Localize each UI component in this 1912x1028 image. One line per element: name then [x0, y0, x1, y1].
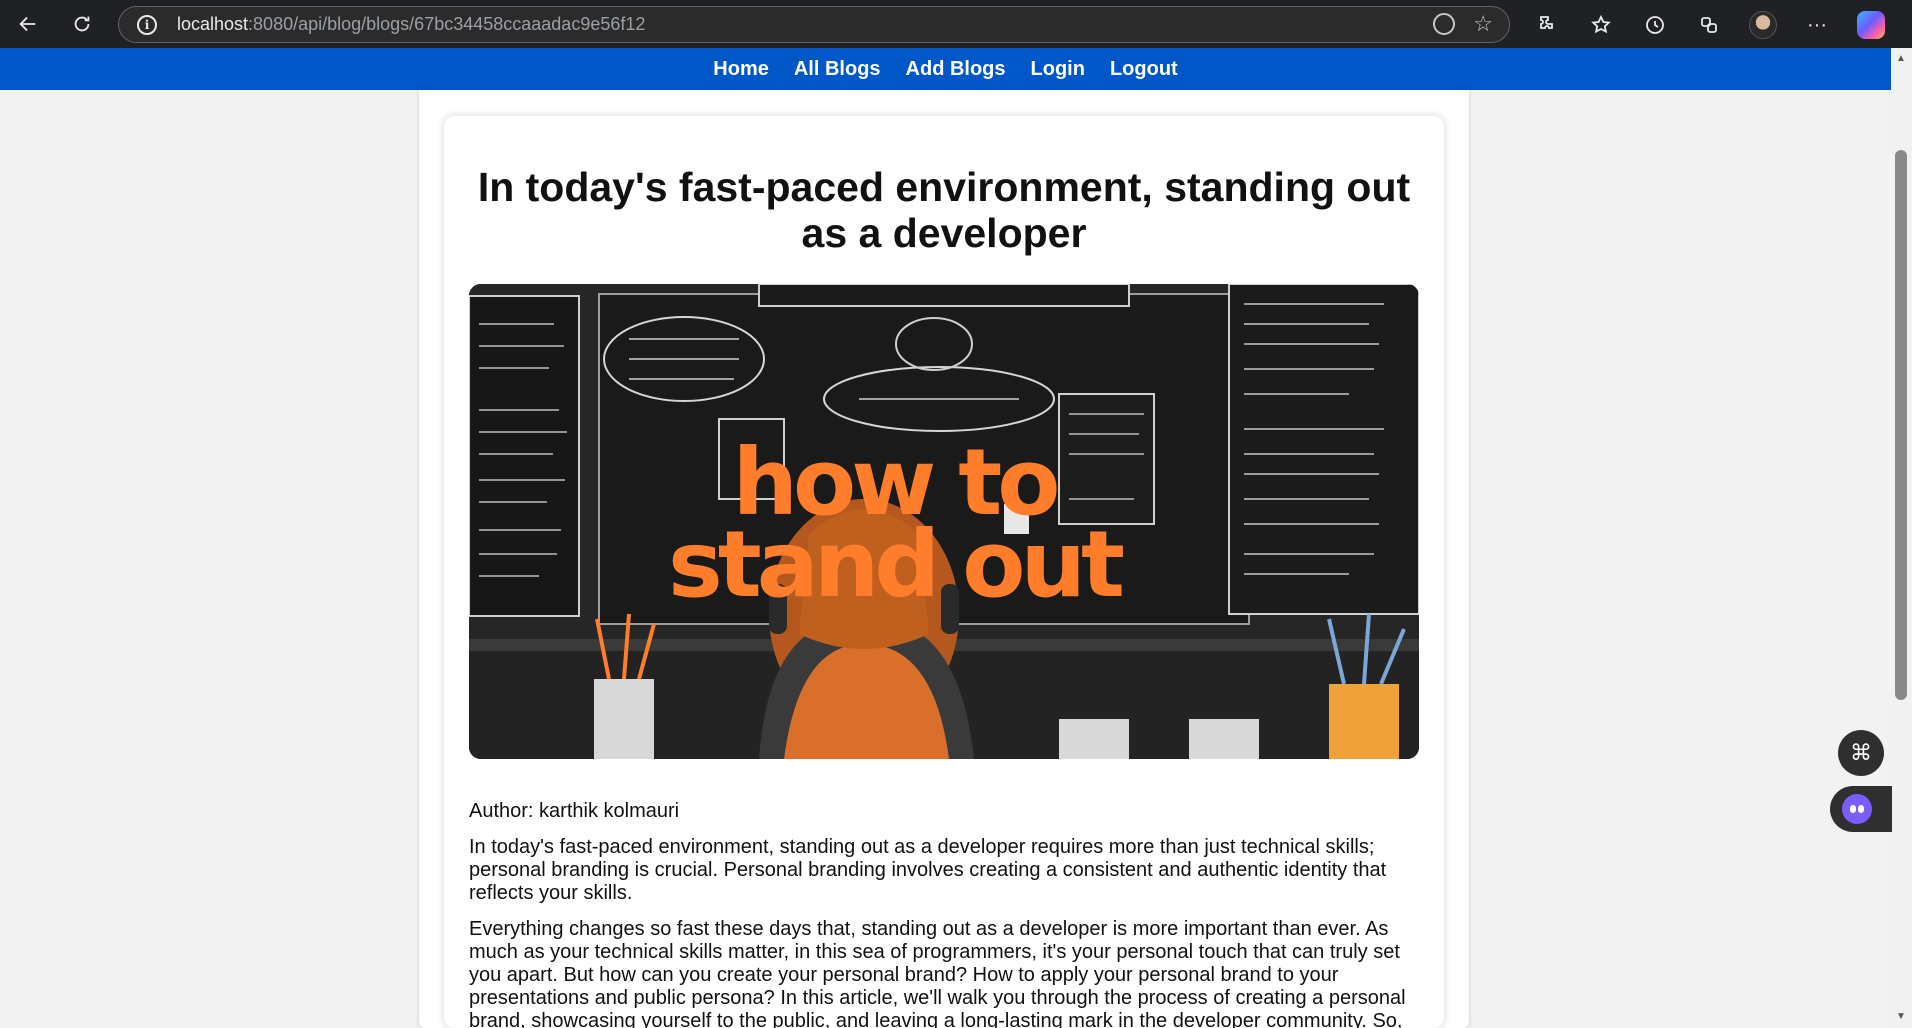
- refresh-icon[interactable]: [62, 4, 102, 44]
- reading-mode-icon[interactable]: [1433, 13, 1456, 35]
- nav-all-blogs-link[interactable]: All Blogs: [794, 58, 881, 81]
- address-bar[interactable]: i localhost:8080/api/blog/blogs/67bc3445…: [118, 6, 1510, 43]
- extensions-icon[interactable]: [1530, 8, 1564, 42]
- assistant-face-icon: [1842, 794, 1872, 824]
- url-text[interactable]: localhost:8080/api/blog/blogs/67bc34458c…: [177, 14, 645, 35]
- more-options-icon[interactable]: ···: [1800, 8, 1834, 42]
- favorites-icon[interactable]: [1584, 8, 1618, 42]
- blog-cover-image: how to stand out: [469, 284, 1419, 759]
- cover-headline: how to stand out: [668, 429, 1125, 618]
- scrollbar-thumb[interactable]: [1895, 150, 1907, 700]
- site-navbar: Home All Blogs Add Blogs Login Logout: [0, 48, 1891, 90]
- back-icon[interactable]: [8, 4, 48, 44]
- nav-login-link[interactable]: Login: [1031, 58, 1085, 81]
- scroll-up-icon[interactable]: ▲: [1896, 54, 1906, 64]
- blog-paragraph: Everything changes so fast these days th…: [469, 918, 1406, 1028]
- nav-logout-link[interactable]: Logout: [1110, 58, 1178, 81]
- blog-author: Author: karthik kolmauri: [469, 800, 680, 822]
- copilot-icon[interactable]: [1854, 8, 1888, 42]
- site-info-icon[interactable]: i: [137, 14, 157, 35]
- assistant-widget[interactable]: [1830, 786, 1892, 832]
- history-icon[interactable]: [1638, 8, 1672, 42]
- nav-add-blogs-link[interactable]: Add Blogs: [906, 58, 1006, 81]
- favorite-star-icon[interactable]: ☆: [1473, 13, 1493, 35]
- profile-avatar[interactable]: [1746, 8, 1780, 42]
- scroll-down-icon[interactable]: ▼: [1896, 1012, 1906, 1022]
- browser-toolbar: i localhost:8080/api/blog/blogs/67bc3445…: [0, 0, 1912, 48]
- command-shortcut-icon[interactable]: ⌘: [1838, 730, 1884, 776]
- collections-icon[interactable]: [1692, 8, 1726, 42]
- blog-title: In today's fast-paced environment, stand…: [477, 164, 1411, 256]
- nav-home-link[interactable]: Home: [713, 58, 769, 81]
- blog-paragraph: In today's fast-paced environment, stand…: [469, 836, 1387, 904]
